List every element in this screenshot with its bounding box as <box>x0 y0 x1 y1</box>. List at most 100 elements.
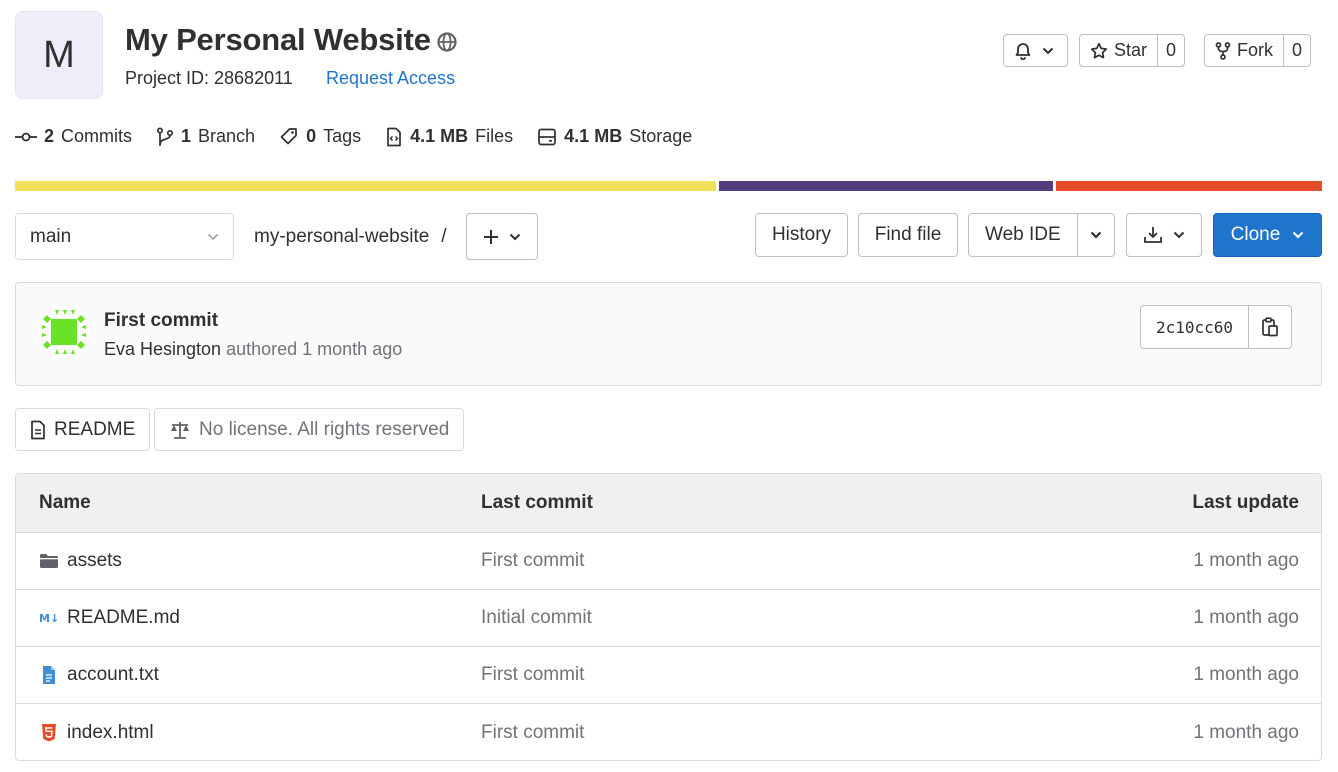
column-name-header: Name <box>39 492 91 513</box>
license-info[interactable]: No license. All rights reserved <box>154 408 465 451</box>
breadcrumb-repo[interactable]: my-personal-website <box>254 226 429 248</box>
commit-author[interactable]: Eva Hesington <box>104 339 221 359</box>
branch-label: Branch <box>198 126 256 146</box>
clone-label: Clone <box>1230 224 1281 245</box>
last-commit-panel <box>15 282 1322 386</box>
file-last-update: 1 month ago <box>1193 550 1299 571</box>
clone-button[interactable]: Clone <box>1213 213 1322 257</box>
file-last-update: 1 month ago <box>1193 721 1299 743</box>
file-last-commit[interactable]: First commit <box>481 722 584 744</box>
chevron-down-icon <box>1090 231 1102 239</box>
project-title: My Personal Website <box>125 22 431 57</box>
license-label: No license. All rights reserved <box>199 418 450 440</box>
table-row[interactable]: index.html First commit 1 month ago <box>16 704 1321 760</box>
download-icon <box>1143 226 1163 244</box>
web-ide-dropdown-toggle[interactable] <box>1078 214 1114 256</box>
commit-sha-group: 2c10cc60 <box>1140 305 1293 349</box>
table-row[interactable]: account.txt First commit 1 month ago <box>16 647 1321 704</box>
column-last-commit-header: Last commit <box>481 492 593 513</box>
branch-count: 1 <box>181 126 192 146</box>
file-tree-table: Name Last commit Last update assets Firs… <box>15 473 1322 761</box>
chevron-down-icon <box>1042 47 1054 55</box>
readme-label: README <box>54 418 136 440</box>
project-stats: 2 Commits 1 Branch 0 Tags 4.1 MB Files 4.1 M… <box>15 126 692 147</box>
tags-stat[interactable]: 0 Tags <box>279 126 361 147</box>
language-segment <box>719 181 1053 191</box>
notification-dropdown-button[interactable] <box>1003 34 1068 67</box>
commits-stat[interactable]: 2 Commits <box>15 126 132 147</box>
project-avatar: M <box>15 11 103 99</box>
document-icon <box>30 420 46 440</box>
table-row[interactable]: M↓ README.md Initial commit 1 month ago <box>16 590 1321 647</box>
plus-icon <box>483 229 499 245</box>
branch-name: main <box>30 225 72 247</box>
files-stat[interactable]: 4.1 MB Files <box>385 126 513 147</box>
commit-meta: Eva Hesington authored 1 month ago <box>104 339 402 360</box>
storage-label: Storage <box>629 126 693 146</box>
chevron-down-icon <box>1173 231 1185 239</box>
scale-icon <box>169 420 191 440</box>
request-access-link[interactable]: Request Access <box>326 68 455 89</box>
star-count[interactable]: 0 <box>1157 35 1184 66</box>
html-file-icon <box>39 723 59 743</box>
storage-stat[interactable]: 4.1 MB Storage <box>537 126 692 147</box>
file-code-icon <box>385 127 403 147</box>
commit-title[interactable]: First commit <box>104 310 218 332</box>
table-header: Name Last commit Last update <box>16 474 1321 533</box>
copy-sha-button[interactable] <box>1248 306 1291 348</box>
breadcrumb: my-personal-website / <box>254 226 447 248</box>
disk-icon <box>537 127 557 147</box>
files-label: Files <box>475 126 514 146</box>
find-file-button[interactable]: Find file <box>858 213 958 257</box>
web-ide-split-button[interactable]: Web IDE <box>968 213 1115 257</box>
chevron-down-icon <box>509 233 521 241</box>
column-last-update-header: Last update <box>1192 492 1299 513</box>
file-last-commit[interactable]: First commit <box>481 550 584 572</box>
download-dropdown-button[interactable] <box>1126 213 1202 257</box>
breadcrumb-separator: / <box>441 226 447 247</box>
storage-size: 4.1 MB <box>564 126 623 146</box>
language-segment <box>15 181 716 191</box>
history-button[interactable]: History <box>755 213 848 257</box>
add-to-tree-button[interactable] <box>466 213 538 260</box>
commit-sha[interactable]: 2c10cc60 <box>1141 306 1248 348</box>
markdown-icon: M↓ <box>39 611 60 625</box>
commit-icon <box>15 130 37 144</box>
file-name[interactable]: index.html <box>67 722 154 744</box>
commits-count: 2 <box>44 126 55 146</box>
web-ide-button[interactable]: Web IDE <box>969 214 1078 256</box>
table-row[interactable]: assets First commit 1 month ago <box>16 533 1321 590</box>
project-id: Project ID: 28682011 <box>125 68 293 88</box>
public-globe-icon <box>436 31 458 53</box>
fork-button[interactable]: Fork 0 <box>1204 34 1312 67</box>
copy-clipboard-icon <box>1261 317 1279 337</box>
text-file-icon <box>39 665 59 685</box>
tags-label: Tags <box>323 126 362 146</box>
star-button[interactable]: Star 0 <box>1079 34 1186 67</box>
file-name[interactable]: account.txt <box>67 664 159 686</box>
branch-icon <box>156 126 174 147</box>
file-last-commit[interactable]: First commit <box>481 664 584 686</box>
files-size: 4.1 MB <box>410 126 469 146</box>
bell-icon <box>1014 42 1032 60</box>
file-name[interactable]: assets <box>67 550 122 572</box>
star-label: Star <box>1114 40 1148 60</box>
file-last-commit[interactable]: Initial commit <box>481 607 592 629</box>
branch-stat[interactable]: 1 Branch <box>156 126 255 147</box>
commit-authored-time: authored 1 month ago <box>226 339 403 359</box>
file-name[interactable]: README.md <box>67 607 180 629</box>
tags-count: 0 <box>306 126 317 146</box>
chevron-down-icon <box>207 233 219 241</box>
commit-author-avatar[interactable] <box>38 306 90 358</box>
chevron-down-icon <box>1292 231 1304 239</box>
fork-count[interactable]: 0 <box>1283 35 1310 66</box>
file-last-update: 1 month ago <box>1193 664 1299 685</box>
folder-icon <box>39 553 59 569</box>
star-icon <box>1090 42 1108 60</box>
branch-selector[interactable]: main <box>15 213 234 260</box>
project-avatar-letter: M <box>43 33 75 76</box>
repository-languages-bar <box>15 181 1322 191</box>
readme-button[interactable]: README <box>15 408 151 451</box>
commits-label: Commits <box>61 126 133 146</box>
fork-label: Fork <box>1237 40 1273 60</box>
